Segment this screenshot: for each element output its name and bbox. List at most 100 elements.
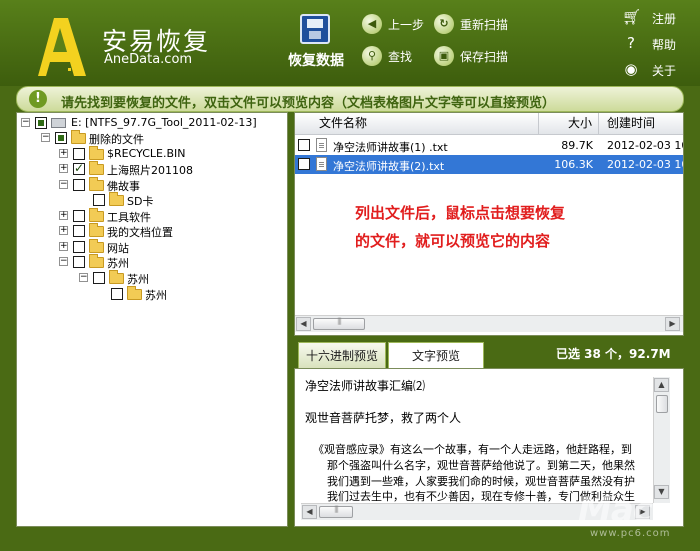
scroll-down-icon[interactable]: ▼ <box>654 485 669 499</box>
back-label: 上一步 <box>388 18 425 32</box>
back-arrow-icon: ◀ <box>362 14 382 34</box>
recover-data-button[interactable]: 恢复数据 <box>280 10 352 76</box>
drive-icon <box>51 118 66 128</box>
tree-label[interactable]: 苏州 <box>127 271 149 287</box>
tree-label[interactable]: 上海照片201108 <box>107 162 193 178</box>
tree-checkbox[interactable] <box>73 225 85 237</box>
scroll-up-icon[interactable]: ▲ <box>654 378 669 392</box>
file-checkbox[interactable] <box>298 158 310 170</box>
collapse-toggle[interactable]: − <box>59 257 68 266</box>
tree-label[interactable]: 我的文档位置 <box>107 224 173 240</box>
about-button[interactable]: ◉ 关于 <box>622 60 682 78</box>
folder-icon <box>109 192 124 206</box>
selected-summary: 已选 38 个，92.7M <box>556 347 671 361</box>
annotation-line-1: 列出文件后，鼠标点击想要恢复 <box>355 204 566 222</box>
tab-text-preview[interactable]: 文字预览 <box>388 342 484 368</box>
file-name: 净空法师讲故事(1) .txt <box>333 141 448 154</box>
folder-icon <box>89 146 104 160</box>
tree-checkbox[interactable] <box>55 132 67 144</box>
help-label: 帮助 <box>652 38 677 52</box>
watermark-url: www.pc6.com <box>590 528 671 539</box>
rescan-icon: ↻ <box>434 14 454 34</box>
preview-vscrollbar[interactable]: ▲ ▼ <box>653 377 670 503</box>
column-header-name[interactable]: 文件名称 <box>295 113 539 135</box>
info-icon: ! <box>29 90 47 108</box>
file-created: 2012-02-03 10 <box>607 158 683 171</box>
tree-checkbox[interactable] <box>93 194 105 206</box>
about-label: 关于 <box>652 64 677 78</box>
tree-checkbox[interactable] <box>93 272 105 284</box>
folder-icon <box>109 270 124 284</box>
register-button[interactable]: 🛒︎ 注册 <box>622 8 682 26</box>
tree-checkbox[interactable] <box>73 179 85 191</box>
about-icon: ◉ <box>624 60 638 78</box>
tree-label[interactable]: 工具软件 <box>107 209 151 225</box>
folder-icon <box>89 177 104 191</box>
collapse-toggle[interactable]: − <box>59 180 68 189</box>
text-file-icon <box>316 138 327 152</box>
folder-icon <box>71 130 86 144</box>
rescan-button[interactable]: ↻ 重新扫描 <box>434 14 514 34</box>
expand-toggle[interactable]: + <box>59 164 68 173</box>
scroll-thumb[interactable] <box>319 505 353 518</box>
tree-checkbox[interactable] <box>73 148 85 160</box>
scroll-thumb[interactable] <box>313 317 365 330</box>
tree-checkbox[interactable] <box>73 256 85 268</box>
file-list: 文件名称 大小 创建时间 净空法师讲故事(1) .txt 89.7K 2012-… <box>294 112 684 336</box>
file-size: 89.7K <box>561 139 593 152</box>
scroll-thumb[interactable] <box>656 395 668 413</box>
expand-toggle[interactable]: + <box>59 149 68 158</box>
collapse-toggle[interactable]: − <box>21 118 30 127</box>
file-row-selected[interactable]: 净空法师讲故事(2).txt 106.3K 2012-02-03 10 <box>295 155 683 174</box>
hint-bar: ! 请先找到要恢复的文件，双击文件可以预览内容（文档表格图片文字等可以直接预览） <box>16 86 684 112</box>
tree-label[interactable]: 网站 <box>107 240 129 256</box>
tree-checkbox[interactable] <box>73 161 85 175</box>
save-scan-button[interactable]: ▣ 保存扫描 <box>434 46 514 66</box>
search-label: 查找 <box>388 50 413 64</box>
search-button[interactable]: ⚲ 查找 <box>362 46 418 66</box>
tree-label[interactable]: 苏州 <box>107 255 129 271</box>
tree-label[interactable]: E: [NTFS_97.7G_Tool_2011-02-13] <box>71 116 257 129</box>
text-file-icon <box>316 157 327 171</box>
scroll-left-icon[interactable]: ◀ <box>296 317 311 331</box>
back-button[interactable]: ◀ 上一步 <box>362 14 426 34</box>
scroll-right-icon[interactable]: ▶ <box>665 317 680 331</box>
preview-line: 观世音菩萨托梦，救了两个人 <box>305 411 462 425</box>
column-header-size[interactable]: 大小 <box>539 113 599 135</box>
preview-line: 那个强盗叫什么名字，观世音菩萨给他说了。到第二天，他果然 <box>327 459 635 472</box>
tree-checkbox[interactable] <box>111 288 123 300</box>
rescan-label: 重新扫描 <box>460 18 509 32</box>
tree-checkbox[interactable] <box>73 241 85 253</box>
expand-toggle[interactable]: + <box>59 226 68 235</box>
column-header-created[interactable]: 创建时间 <box>599 113 683 135</box>
file-name: 净空法师讲故事(2).txt <box>333 160 445 173</box>
cart-icon: 🛒︎ <box>622 8 642 26</box>
save-scan-icon: ▣ <box>434 46 454 66</box>
hint-text: 请先找到要恢复的文件，双击文件可以预览内容（文档表格图片文字等可以直接预览） <box>61 96 556 111</box>
file-list-hscrollbar[interactable]: ◀ ▶ <box>295 315 683 332</box>
collapse-toggle[interactable]: − <box>41 133 50 142</box>
tree-checkbox[interactable] <box>73 210 85 222</box>
tab-hex-preview[interactable]: 十六进制预览 <box>298 342 386 368</box>
scroll-left-icon[interactable]: ◀ <box>302 505 317 519</box>
expand-toggle[interactable]: + <box>59 211 68 220</box>
preview-line: 《观音感应录》有这么一个故事，有一个人走远路，他赶路程，到 <box>313 443 632 456</box>
tree-label[interactable]: SD卡 <box>127 193 153 209</box>
tree-label[interactable]: 删除的文件 <box>89 131 144 147</box>
save-scan-label: 保存扫描 <box>460 50 509 64</box>
collapse-toggle[interactable]: − <box>79 273 88 282</box>
preview-line: 净空法师讲故事汇编⑵ <box>305 379 426 393</box>
help-button[interactable]: ? 帮助 <box>622 34 682 52</box>
expand-toggle[interactable]: + <box>59 242 68 251</box>
logo-icon <box>38 18 86 76</box>
tree-label[interactable]: $RECYCLE.BIN <box>107 147 185 160</box>
logo-subtitle: AneData.com <box>104 52 193 67</box>
tree-label[interactable]: 苏州 <box>145 287 167 303</box>
folder-icon <box>89 208 104 222</box>
tree-checkbox[interactable] <box>35 117 47 129</box>
folder-icon <box>89 239 104 253</box>
folder-icon <box>127 286 142 300</box>
file-row[interactable]: 净空法师讲故事(1) .txt 89.7K 2012-02-03 10 <box>295 136 683 155</box>
file-checkbox[interactable] <box>298 139 310 151</box>
watermark-logo: Mac <box>578 490 653 530</box>
